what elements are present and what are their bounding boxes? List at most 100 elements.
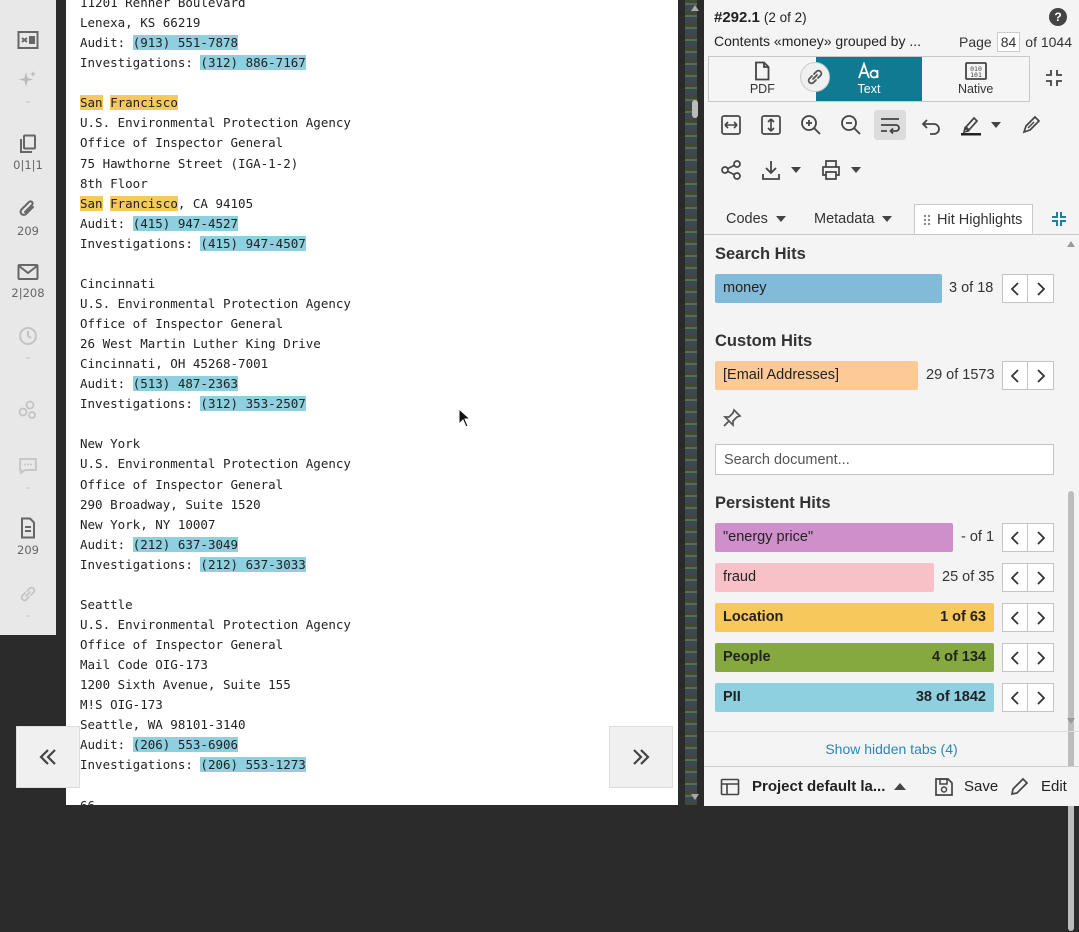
- scroll-up-arrow-icon[interactable]: [690, 4, 700, 12]
- minimize-tab-icon[interactable]: [1050, 210, 1068, 228]
- pin-icon[interactable]: [722, 408, 742, 428]
- next-hit-button[interactable]: [1028, 563, 1054, 592]
- document-text: 11201 Renner Boulevard Lenexa, KS 66219 Au…: [80, 0, 351, 805]
- zoom-out-icon[interactable]: [840, 114, 862, 136]
- previous-document-button[interactable]: [16, 726, 80, 788]
- double-chevron-right-icon: [633, 749, 650, 765]
- undo-icon[interactable]: [920, 114, 942, 136]
- category-hit-pill[interactable]: PII 38 of 1842: [715, 683, 994, 712]
- rail-links[interactable]: -: [0, 584, 56, 622]
- word-wrap-button[interactable]: [874, 110, 906, 140]
- custom-hit-count: 29 of 1573: [926, 367, 995, 383]
- save-button[interactable]: Save: [934, 767, 998, 806]
- next-document-button[interactable]: [609, 726, 673, 788]
- hits-scrollbar[interactable]: [1068, 477, 1074, 932]
- search-hit-pill[interactable]: money: [715, 274, 942, 303]
- rail-attachments[interactable]: 209: [0, 198, 56, 238]
- persistent-hit-pill[interactable]: "energy price": [715, 523, 953, 552]
- page-label: Page: [959, 34, 992, 50]
- previous-hit-button[interactable]: [1002, 361, 1028, 390]
- chevron-right-icon: [1036, 530, 1045, 545]
- chevron-right-icon: [1036, 650, 1045, 665]
- previous-hit-button[interactable]: [1002, 643, 1028, 672]
- native-mode-button[interactable]: 010 101 Native: [922, 57, 1029, 101]
- category-hit-pill[interactable]: Location 1 of 63: [715, 603, 994, 632]
- chevron-down-icon[interactable]: [791, 166, 801, 174]
- previous-hit-button[interactable]: [1002, 683, 1028, 712]
- rail-count: -: [25, 94, 31, 108]
- text-mode-button[interactable]: Text: [815, 57, 923, 101]
- rail-email[interactable]: 2|208: [0, 262, 56, 300]
- rail-clusters[interactable]: [0, 400, 56, 420]
- previous-hit-button[interactable]: [1002, 274, 1028, 303]
- share-icon[interactable]: [720, 159, 742, 181]
- document-line: Office of Inspector General: [80, 475, 351, 495]
- clock-icon: [19, 327, 37, 345]
- tab-codes-label: Codes: [726, 211, 768, 227]
- download-icon[interactable]: [760, 159, 782, 181]
- rail-sparkle[interactable]: -: [0, 70, 56, 108]
- scroll-up-arrow-icon[interactable]: [1066, 240, 1076, 248]
- show-hidden-tabs-link[interactable]: Show hidden tabs (4): [704, 731, 1079, 766]
- next-hit-button[interactable]: [1028, 523, 1054, 552]
- panel-footer: Project default la... Save Edit: [704, 766, 1079, 806]
- search-document-input[interactable]: [715, 444, 1054, 475]
- document-id: #292.1: [714, 9, 760, 26]
- rail-copies[interactable]: 0|1|1: [0, 134, 56, 172]
- next-hit-button[interactable]: [1028, 361, 1054, 390]
- previous-hit-button[interactable]: [1002, 563, 1028, 592]
- document-line: U.S. Environmental Protection Agency: [80, 615, 351, 635]
- category-hit-count: 4 of 134: [932, 649, 986, 665]
- next-hit-button[interactable]: [1028, 274, 1054, 303]
- scroll-thumb[interactable]: [692, 100, 698, 118]
- document-line: Investigations: (312) 886-7167: [80, 53, 351, 73]
- document-line: Investigations: (212) 637-3033: [80, 555, 351, 575]
- chevron-left-icon: [1010, 530, 1019, 545]
- rail-side-by-side[interactable]: [0, 30, 56, 50]
- document-line: Cincinnati: [80, 274, 351, 294]
- next-hit-button[interactable]: [1028, 683, 1054, 712]
- edit-button[interactable]: Edit: [1009, 767, 1067, 806]
- tab-hit-highlights[interactable]: Hit Highlights: [914, 204, 1034, 234]
- tab-codes[interactable]: Codes: [726, 204, 786, 234]
- text-run: U.S. Environmental Protection Agency: [80, 616, 351, 632]
- hits-scroll-thumb[interactable]: [1068, 491, 1074, 931]
- print-icon[interactable]: [820, 159, 842, 181]
- tab-metadata[interactable]: Metadata: [814, 204, 893, 234]
- document-line: Audit: (913) 551-7878: [80, 33, 351, 53]
- chevron-left-icon: [1010, 690, 1019, 705]
- tab-hit-highlights-label: Hit Highlights: [937, 212, 1023, 228]
- previous-hit-button[interactable]: [1002, 603, 1028, 632]
- document-viewer[interactable]: 11201 Renner Boulevard Lenexa, KS 66219 Au…: [66, 0, 678, 805]
- category-hit-pill[interactable]: People 4 of 134: [715, 643, 994, 672]
- scroll-down-arrow-icon[interactable]: [690, 793, 700, 801]
- chevron-down-icon[interactable]: [851, 166, 861, 174]
- persistent-hit-pill[interactable]: fraud: [715, 563, 934, 592]
- scroll-down-arrow-icon[interactable]: [1066, 717, 1076, 725]
- highlighter-icon[interactable]: [960, 114, 982, 136]
- chevron-right-icon: [1036, 368, 1045, 383]
- sync-link-button[interactable]: [800, 62, 830, 92]
- rail-comments[interactable]: -: [0, 456, 56, 494]
- next-hit-button[interactable]: [1028, 603, 1054, 632]
- word-wrap-icon: [881, 118, 900, 135]
- text-run: , CA 94105: [177, 195, 254, 211]
- chevron-down-icon[interactable]: [991, 121, 1001, 129]
- layout-selector[interactable]: Project default la...: [720, 767, 907, 806]
- rail-history[interactable]: -: [0, 326, 56, 364]
- custom-hit-pill[interactable]: [Email Addresses]: [715, 361, 918, 390]
- collapse-icon[interactable]: [1042, 66, 1066, 90]
- document-line: U.S. Environmental Protection Agency: [80, 294, 351, 314]
- zoom-in-icon[interactable]: [800, 114, 822, 136]
- previous-hit-button[interactable]: [1002, 523, 1028, 552]
- redact-pen-icon[interactable]: [1020, 114, 1042, 136]
- next-hit-button[interactable]: [1028, 643, 1054, 672]
- fit-height-icon[interactable]: [760, 114, 782, 136]
- chevron-right-icon: [1036, 690, 1045, 705]
- binary-icon: 010101: [964, 62, 987, 80]
- hit-map-strip[interactable]: [685, 0, 697, 805]
- fit-width-icon[interactable]: [720, 114, 742, 136]
- help-icon[interactable]: ?: [1049, 8, 1067, 26]
- rail-related[interactable]: 209: [0, 517, 56, 557]
- page-number-input[interactable]: 84: [996, 32, 1021, 52]
